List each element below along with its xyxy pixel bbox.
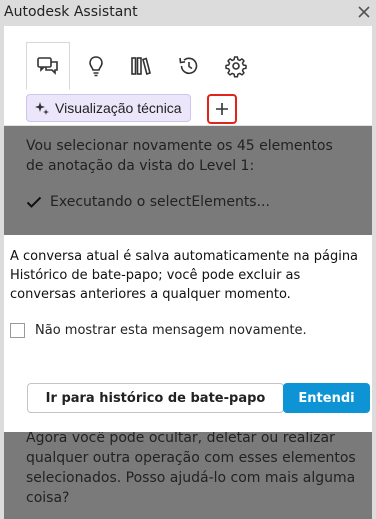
dont-show-again-checkbox[interactable] [10, 323, 25, 338]
library-icon [131, 57, 151, 76]
chat-icon [37, 57, 58, 75]
dont-show-again-row[interactable]: Não mostrar esta mensagem novamente. [10, 323, 307, 338]
tab-chat[interactable] [26, 42, 70, 90]
chip-label: Visualização técnica [55, 100, 182, 116]
tab-settings[interactable] [214, 42, 258, 90]
history-info-dialog: A conversa atual é salva automaticamente… [4, 235, 372, 432]
assistant-message: Agora você pode ocultar, deletar ou real… [26, 430, 356, 506]
dialog-text: A conversa atual é salva automaticamente… [10, 249, 359, 302]
tab-bar [4, 42, 372, 90]
assistant-message: Vou selecionar novamente os 45 elementos… [26, 138, 333, 174]
checkmark-icon [26, 196, 42, 208]
lightbulb-icon [89, 56, 103, 77]
history-icon [179, 57, 198, 75]
close-icon[interactable] [356, 2, 372, 22]
gear-icon [225, 56, 247, 78]
plus-icon [216, 103, 228, 115]
sparkle-icon [35, 102, 49, 115]
go-to-history-button[interactable]: Ir para histórico de bate-papo [27, 383, 284, 413]
tab-library[interactable] [119, 42, 163, 90]
context-chip[interactable]: Visualização técnica [26, 94, 191, 122]
tab-history[interactable] [167, 42, 211, 90]
tab-ideas[interactable] [74, 42, 118, 90]
window-title: Autodesk Assistant [4, 4, 138, 20]
tool-status: Executando o selectElements... [26, 194, 270, 210]
assistant-panel: Visualização técnica Vou selecionar nova… [4, 26, 372, 519]
title-bar: Autodesk Assistant [0, 0, 376, 26]
new-conversation-button[interactable] [207, 94, 237, 124]
dont-show-again-label[interactable]: Não mostrar esta mensagem novamente. [35, 323, 307, 338]
got-it-button[interactable]: Entendi [283, 383, 370, 413]
tool-status-text: Executando o selectElements... [50, 194, 270, 210]
